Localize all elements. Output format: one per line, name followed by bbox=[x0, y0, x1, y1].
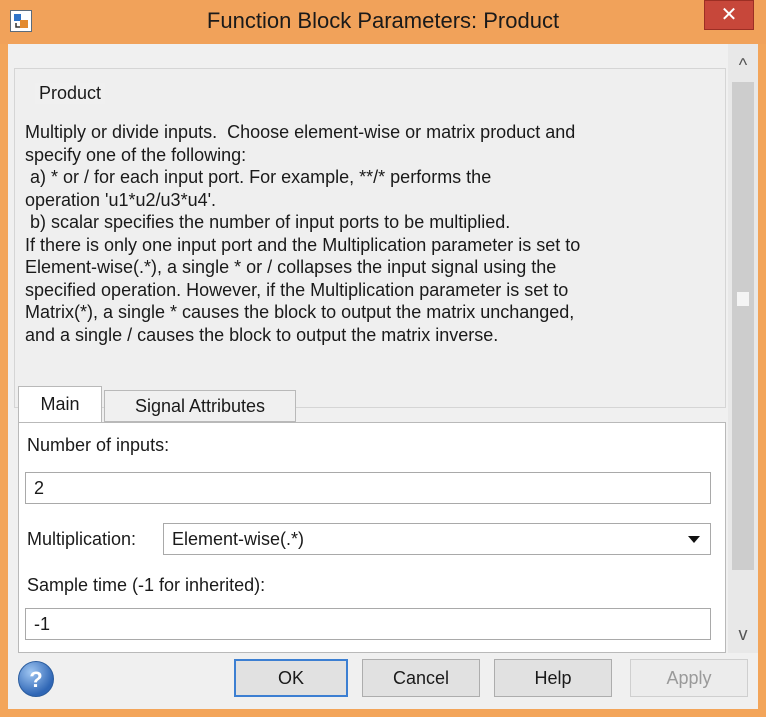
multiplication-label: Multiplication: bbox=[27, 529, 137, 549]
chevron-down-icon bbox=[688, 536, 700, 543]
description-line: a) * or / for each input port. For examp… bbox=[25, 167, 492, 187]
product-group: Product Multiply or divide inputs. Choos… bbox=[14, 68, 726, 408]
button-bar: ? OK Cancel Help Apply bbox=[8, 653, 758, 709]
main-tab-panel: Number of inputs: 2 Multiplication: Elem… bbox=[18, 422, 726, 653]
scroll-down-icon[interactable]: v bbox=[728, 619, 758, 649]
multiplication-value: Element-wise(.*) bbox=[172, 529, 305, 549]
close-button[interactable]: ✕ bbox=[704, 0, 754, 30]
description-line: If there is only one input port and the … bbox=[25, 234, 581, 255]
apply-button[interactable]: Apply bbox=[630, 659, 748, 697]
group-title: Product bbox=[35, 83, 106, 104]
description-line: and a single / causes the block to outpu… bbox=[25, 324, 499, 345]
num-inputs-field[interactable]: 2 bbox=[25, 472, 711, 504]
help-icon[interactable]: ? bbox=[18, 661, 54, 697]
tab-main[interactable]: Main bbox=[18, 386, 102, 423]
title-bar[interactable]: Function Block Parameters: Product ✕ bbox=[0, 0, 766, 44]
help-button[interactable]: Help bbox=[494, 659, 612, 697]
dialog-client: Product Multiply or divide inputs. Choos… bbox=[8, 44, 758, 709]
description-line: operation 'u1*u2/u3*u4'. bbox=[25, 189, 217, 210]
scroll-up-icon[interactable]: ^ bbox=[728, 50, 758, 80]
ok-button[interactable]: OK bbox=[234, 659, 348, 697]
num-inputs-label: Number of inputs: bbox=[27, 435, 170, 455]
description-line: Element-wise(.*), a single * or / collap… bbox=[25, 257, 557, 277]
sample-time-field[interactable]: -1 bbox=[25, 608, 711, 640]
description-line: Matrix(*), a single * causes the block t… bbox=[25, 302, 575, 322]
multiplication-dropdown[interactable]: Element-wise(.*) bbox=[163, 523, 711, 555]
cancel-button[interactable]: Cancel bbox=[362, 659, 480, 697]
description-line: specified operation. However, if the Mul… bbox=[25, 279, 569, 300]
block-description: Multiply or divide inputs. Choose elemen… bbox=[25, 121, 725, 346]
dialog-window: Function Block Parameters: Product ✕ Pro… bbox=[0, 0, 766, 717]
tab-signal-attributes[interactable]: Signal Attributes bbox=[104, 390, 296, 422]
window-title: Function Block Parameters: Product bbox=[206, 8, 560, 33]
scroll-thumb-grip bbox=[737, 292, 749, 306]
parameters-scroll-area: Product Multiply or divide inputs. Choos… bbox=[8, 44, 758, 653]
description-line: specify one of the following: bbox=[25, 144, 247, 165]
scroll-thumb[interactable] bbox=[732, 82, 754, 570]
sample-time-label: Sample time (-1 for inherited): bbox=[27, 575, 266, 595]
description-line: b) scalar specifies the number of input … bbox=[25, 212, 511, 232]
description-line: Multiply or divide inputs. Choose elemen… bbox=[25, 122, 576, 142]
vertical-scrollbar[interactable]: ^ v bbox=[728, 44, 758, 653]
